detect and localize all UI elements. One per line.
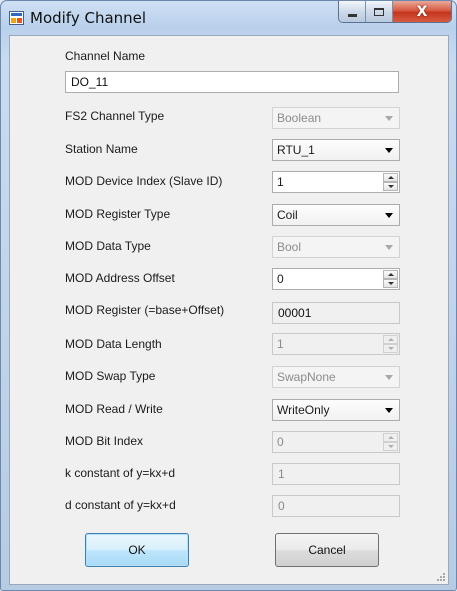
station-name-select[interactable]: RTU_1 bbox=[272, 139, 400, 161]
mod-swap-type-label: MOD Swap Type bbox=[65, 369, 156, 383]
d-constant-field[interactable]: 0 bbox=[272, 495, 400, 517]
mod-device-index-label: MOD Device Index (Slave ID) bbox=[65, 174, 223, 188]
spin-up-button[interactable] bbox=[383, 173, 398, 182]
arrow-down-icon bbox=[387, 445, 394, 448]
mod-register-field: 00001 bbox=[272, 302, 400, 324]
arrow-down-icon bbox=[387, 347, 394, 350]
spin-down-button[interactable] bbox=[383, 344, 398, 353]
mod-register-type-select[interactable]: Coil bbox=[272, 204, 400, 226]
mod-register-type-value: Coil bbox=[277, 208, 298, 222]
mod-data-type-value: Bool bbox=[277, 240, 302, 254]
station-name-label: Station Name bbox=[65, 142, 138, 156]
mod-read-write-select[interactable]: WriteOnly bbox=[272, 399, 400, 421]
arrow-up-icon bbox=[387, 273, 394, 276]
channel-name-label: Channel Name bbox=[65, 49, 146, 63]
cancel-button[interactable]: Cancel bbox=[275, 533, 379, 567]
mod-data-type-label: MOD Data Type bbox=[65, 239, 151, 253]
maximize-icon bbox=[374, 7, 384, 16]
dialog-client-area: Channel Name DO_11 FS2 Channel Type Bool… bbox=[9, 35, 449, 585]
close-icon: X bbox=[416, 3, 428, 20]
mod-data-length-stepper[interactable]: 1 bbox=[272, 333, 400, 355]
title-bar[interactable]: Modify Channel X bbox=[1, 1, 456, 35]
mod-bit-index-value: 0 bbox=[277, 435, 284, 449]
spin-up-button[interactable] bbox=[383, 433, 398, 442]
arrow-down-icon bbox=[387, 282, 394, 285]
mod-data-type-select[interactable]: Bool bbox=[272, 236, 400, 258]
spin-up-button[interactable] bbox=[383, 270, 398, 279]
window-title: Modify Channel bbox=[30, 9, 147, 27]
channel-name-input[interactable]: DO_11 bbox=[65, 71, 399, 93]
mod-device-index-stepper[interactable]: 1 bbox=[272, 171, 400, 193]
k-constant-label: k constant of y=kx+d bbox=[65, 466, 176, 480]
mod-read-write-value: WriteOnly bbox=[277, 403, 330, 417]
k-constant-field[interactable]: 1 bbox=[272, 463, 400, 485]
spin-down-button[interactable] bbox=[383, 442, 398, 451]
spin-buttons bbox=[383, 335, 398, 353]
mod-address-offset-stepper[interactable]: 0 bbox=[272, 268, 400, 290]
station-name-value: RTU_1 bbox=[277, 143, 315, 157]
minimize-button[interactable] bbox=[339, 1, 366, 22]
mod-address-offset-label: MOD Address Offset bbox=[65, 271, 175, 285]
mod-bit-index-label: MOD Bit Index bbox=[65, 434, 144, 448]
spin-buttons bbox=[383, 173, 398, 191]
chevron-down-icon bbox=[385, 213, 393, 218]
mod-address-offset-value: 0 bbox=[277, 272, 284, 286]
close-button[interactable]: X bbox=[393, 1, 451, 22]
modify-channel-dialog: Modify Channel X Channel Name DO_11 FS2 … bbox=[0, 0, 457, 591]
d-constant-label: d constant of y=kx+d bbox=[65, 498, 176, 512]
mod-swap-type-value: SwapNone bbox=[277, 370, 336, 384]
fs2-channel-type-label: FS2 Channel Type bbox=[65, 109, 165, 123]
arrow-up-icon bbox=[387, 176, 394, 179]
maximize-button[interactable] bbox=[366, 1, 393, 22]
arrow-up-icon bbox=[387, 338, 394, 341]
mod-data-length-label: MOD Data Length bbox=[65, 337, 162, 351]
resize-grip-icon[interactable] bbox=[435, 571, 445, 581]
arrow-down-icon bbox=[387, 185, 394, 188]
ok-button[interactable]: OK bbox=[85, 533, 189, 567]
spin-up-button[interactable] bbox=[383, 335, 398, 344]
spin-down-button[interactable] bbox=[383, 182, 398, 191]
app-window-icon bbox=[9, 11, 24, 25]
spin-buttons bbox=[383, 433, 398, 451]
minimize-icon bbox=[347, 13, 357, 17]
mod-read-write-label: MOD Read / Write bbox=[65, 402, 163, 416]
mod-swap-type-select[interactable]: SwapNone bbox=[272, 366, 400, 388]
chevron-down-icon bbox=[385, 408, 393, 413]
chevron-down-icon bbox=[385, 116, 393, 121]
chevron-down-icon bbox=[385, 245, 393, 250]
mod-device-index-value: 1 bbox=[277, 175, 284, 189]
mod-bit-index-stepper[interactable]: 0 bbox=[272, 431, 400, 453]
chevron-down-icon bbox=[385, 375, 393, 380]
mod-data-length-value: 1 bbox=[277, 337, 284, 351]
spin-down-button[interactable] bbox=[383, 279, 398, 288]
arrow-up-icon bbox=[387, 436, 394, 439]
caption-buttons: X bbox=[338, 1, 452, 23]
fs2-channel-type-value: Boolean bbox=[277, 111, 322, 125]
mod-register-label: MOD Register (=base+Offset) bbox=[65, 303, 225, 317]
spin-buttons bbox=[383, 270, 398, 288]
fs2-channel-type-select[interactable]: Boolean bbox=[272, 107, 400, 129]
chevron-down-icon bbox=[385, 148, 393, 153]
mod-register-type-label: MOD Register Type bbox=[65, 207, 171, 221]
